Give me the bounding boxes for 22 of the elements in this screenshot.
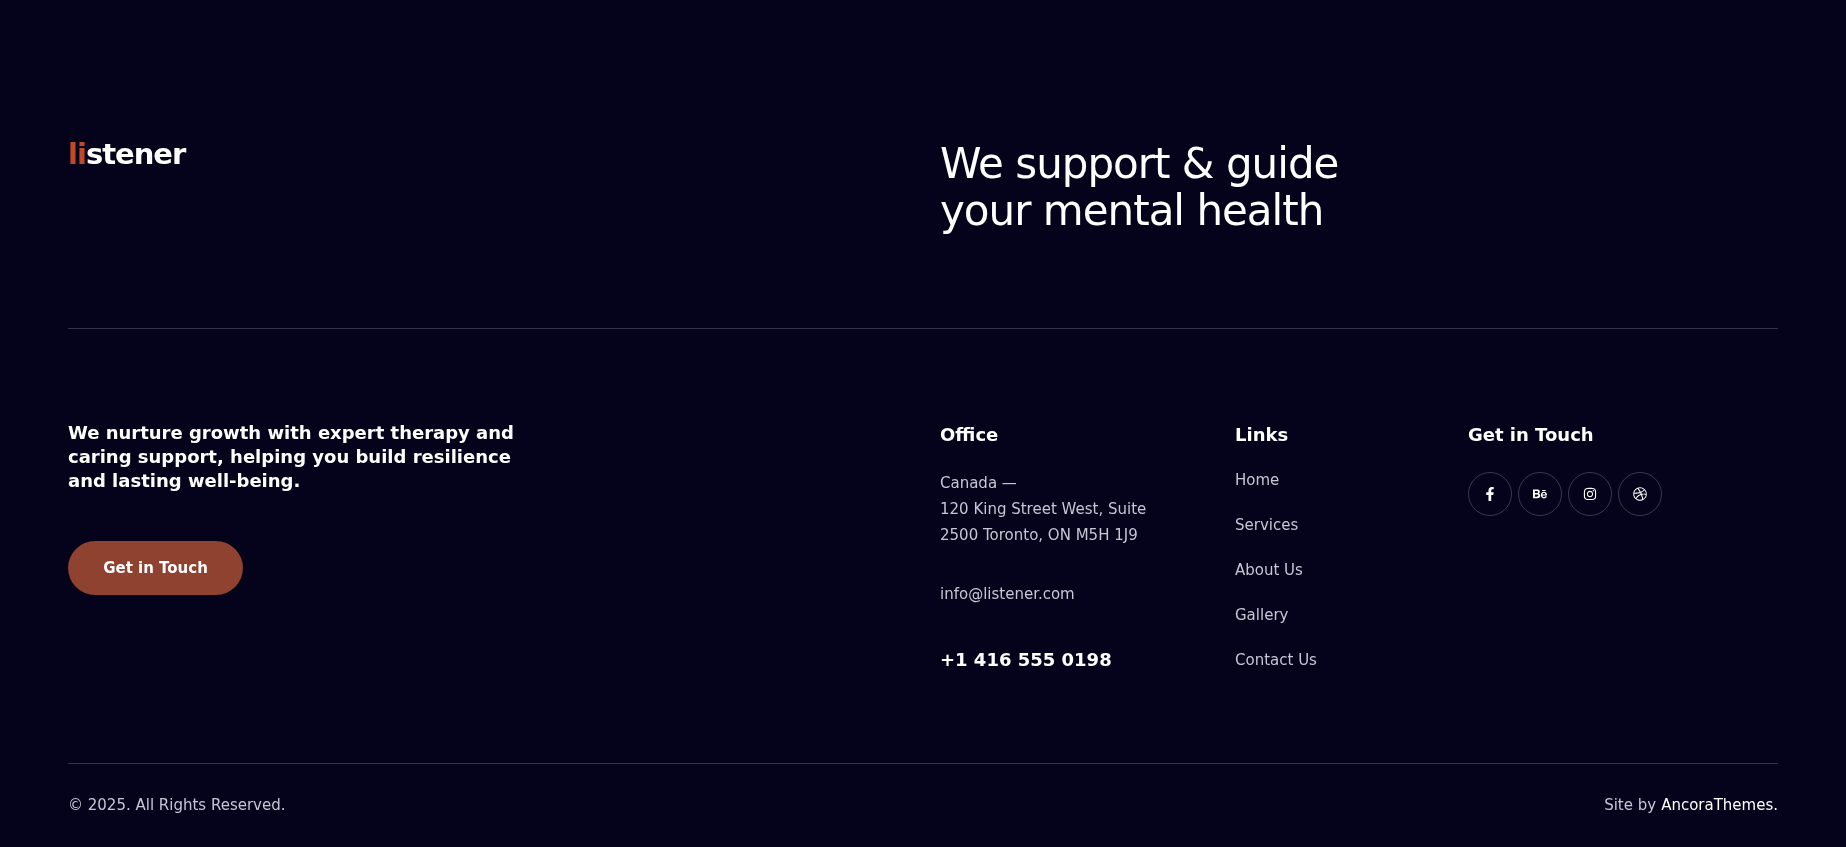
column-heading: Get in Touch	[1468, 423, 1595, 447]
get-in-touch-button[interactable]: Get in Touch	[68, 541, 243, 595]
phone-link[interactable]: +1 416 555 0198	[940, 649, 1112, 670]
column-heading: Office	[940, 423, 1000, 447]
headline: We support & guide your mental health	[940, 140, 1339, 237]
office-address: Canada — 120 King Street West, Suite 2500 Toronto, ON M5H 1J9	[940, 473, 1148, 546]
copyright-text: © 2025. All Rights Reserved.	[68, 794, 286, 816]
footer-link[interactable]: About Us	[1235, 558, 1303, 583]
footer-link[interactable]: Services	[1235, 513, 1299, 538]
tagline: We nurture growth with expert therapy and caring support, helping you build resilience and lasting well-being.	[68, 421, 515, 493]
facebook-icon	[1483, 487, 1497, 501]
column-heading: Links	[1235, 423, 1290, 447]
dribbble-icon	[1633, 487, 1647, 501]
footer-link[interactable]: Gallery	[1235, 603, 1289, 628]
credit-text: Site by	[1604, 794, 1657, 816]
footer-link[interactable]: Home	[1235, 468, 1280, 493]
credit-link[interactable]: AncoraThemes.	[1661, 793, 1778, 817]
behance-icon	[1533, 487, 1547, 501]
logo[interactable]: listener	[68, 140, 940, 169]
footer-link[interactable]: Contact Us	[1235, 648, 1317, 673]
email-link[interactable]: info@listener.com	[940, 585, 1075, 603]
instagram-icon	[1583, 487, 1597, 501]
